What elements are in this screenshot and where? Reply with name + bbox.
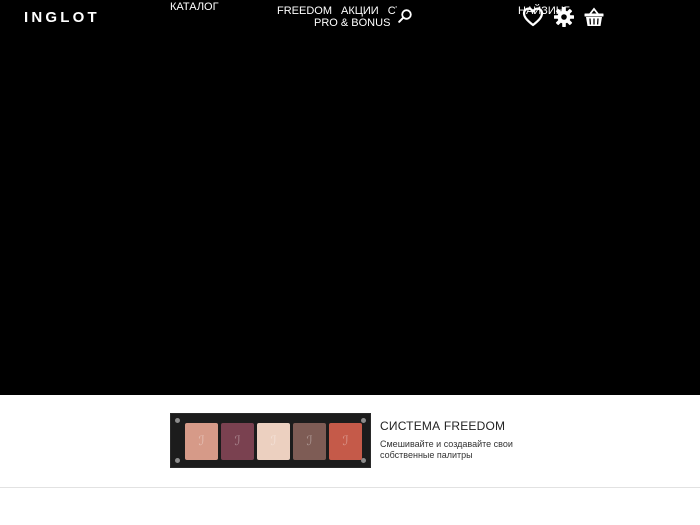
gear-icon[interactable] — [553, 6, 575, 28]
palette-screw — [175, 458, 180, 463]
pan-logo-icon: ℐ — [342, 434, 349, 449]
freedom-promo[interactable]: ℐ ℐ ℐ ℐ ℐ СИСТЕМА FREEDOM Смешивайте и с… — [0, 395, 700, 487]
site-header: INGLOT КАТАЛОГ FREEDOM АКЦИИ СТ PRO & BO… — [0, 0, 700, 40]
nav-catalog[interactable]: КАТАЛОГ — [170, 1, 219, 13]
promo-title[interactable]: СИСТЕМА FREEDOM — [380, 419, 505, 433]
brand-logo[interactable]: INGLOT — [24, 9, 100, 26]
palette-image: ℐ ℐ ℐ ℐ ℐ — [170, 413, 371, 468]
eyeshadow-pan: ℐ — [329, 423, 362, 460]
divider — [0, 487, 700, 488]
eyeshadow-pan: ℐ — [257, 423, 290, 460]
pan-logo-icon: ℐ — [270, 434, 277, 449]
search-icon[interactable] — [398, 9, 412, 23]
nav-sales[interactable]: АКЦИИ — [341, 5, 379, 17]
heart-icon[interactable] — [522, 6, 544, 28]
pan-logo-icon: ℐ — [234, 434, 241, 449]
palette-screw — [175, 418, 180, 423]
main-nav: FREEDOM АКЦИИ СТ PRO & BONUS — [277, 5, 397, 29]
eyeshadow-pan: ℐ — [221, 423, 254, 460]
pan-logo-icon: ℐ — [306, 434, 313, 449]
pan-logo-icon: ℐ — [198, 434, 205, 449]
nav-pro-bonus[interactable]: PRO & BONUS — [277, 17, 397, 29]
nav-row-top: FREEDOM АКЦИИ СТ — [277, 5, 397, 17]
nav-freedom[interactable]: FREEDOM — [277, 5, 332, 17]
nav-truncated[interactable]: СТ — [388, 5, 397, 17]
hero-banner — [0, 0, 700, 395]
basket-icon[interactable] — [583, 6, 605, 28]
eyeshadow-pan: ℐ — [185, 423, 218, 460]
eyeshadow-pan: ℐ — [293, 423, 326, 460]
promo-description: Смешивайте и создавайте свои собственные… — [380, 439, 513, 460]
